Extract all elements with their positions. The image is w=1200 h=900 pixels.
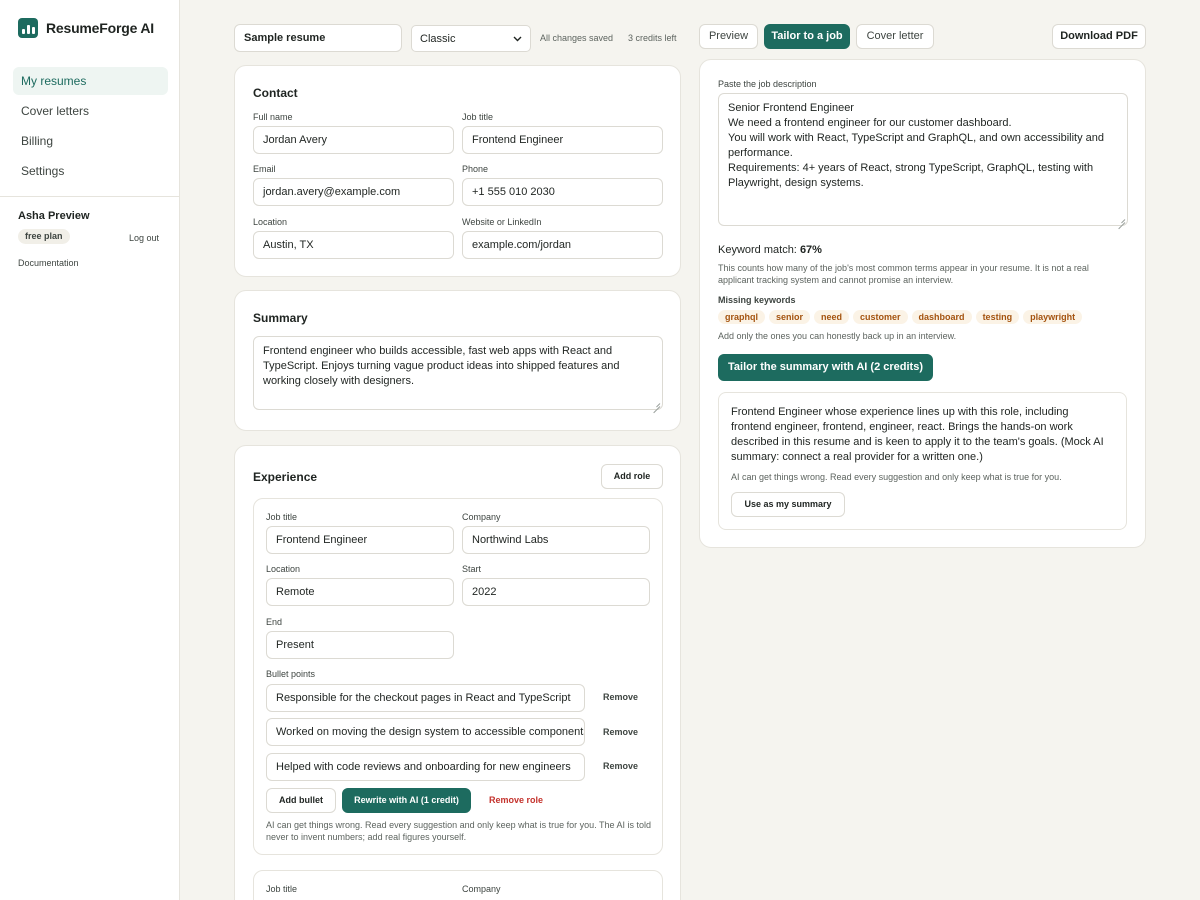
- sidebar-item-my-resumes[interactable]: My resumes: [13, 67, 168, 95]
- bullet-input[interactable]: Responsible for the checkout pages in Re…: [266, 684, 585, 712]
- role-card: Job title Frontend Engineer Company Nort…: [253, 498, 663, 855]
- keyword-chip: playwright: [1023, 310, 1083, 324]
- missing-keywords-list: graphql senior need customer dashboard t…: [718, 310, 1083, 324]
- summary-title: Summary: [253, 311, 308, 325]
- role-job-title-field[interactable]: Frontend Engineer: [266, 526, 454, 554]
- bullet-input[interactable]: Worked on moving the design system to ac…: [266, 718, 585, 746]
- phone-field[interactable]: +1 555 010 2030: [462, 178, 663, 206]
- missing-keywords-note: Add only the ones you can honestly back …: [718, 331, 957, 341]
- job-description-textarea[interactable]: Senior Frontend Engineer We need a front…: [718, 93, 1128, 226]
- role-company-label: Company: [462, 512, 501, 522]
- job-title-label: Job title: [462, 112, 494, 122]
- documentation-link[interactable]: Documentation: [18, 258, 79, 268]
- sidebar-item-billing[interactable]: Billing: [13, 127, 168, 155]
- job-title-field[interactable]: Frontend Engineer: [462, 126, 663, 154]
- resume-name-input[interactable]: [234, 24, 402, 52]
- keyword-match-label: Keyword match:: [718, 244, 797, 256]
- chevron-down-icon: [513, 36, 522, 41]
- ai-summary-note: AI can get things wrong. Read every sugg…: [731, 472, 1062, 482]
- experience-title: Experience: [253, 470, 318, 484]
- contact-title: Contact: [253, 86, 298, 100]
- sidebar-item-cover-letters[interactable]: Cover letters: [13, 97, 168, 125]
- phone-label: Phone: [462, 164, 489, 174]
- keyword-chip: customer: [853, 310, 908, 324]
- role-location-label: Location: [266, 564, 301, 574]
- sidebar-nav: My resumes Cover letters Billing Setting…: [13, 67, 168, 187]
- website-field[interactable]: example.com/jordan: [462, 231, 663, 259]
- credits-count: 3 credits left: [628, 33, 677, 43]
- sidebar-divider: [0, 196, 180, 197]
- logo-icon: [18, 18, 38, 38]
- job-description-text: Senior Frontend Engineer We need a front…: [728, 102, 1105, 189]
- rewrite-with-ai-button[interactable]: Rewrite with AI (1 credit): [342, 788, 471, 813]
- remove-bullet-button[interactable]: Remove: [603, 727, 638, 737]
- remove-bullet-button[interactable]: Remove: [603, 692, 638, 702]
- remove-role-button[interactable]: Remove role: [489, 795, 543, 805]
- use-as-summary-button[interactable]: Use as my summary: [731, 492, 845, 517]
- contact-card: Contact Full name Jordan Avery Job title…: [234, 65, 681, 277]
- role-start-label: Start: [462, 564, 482, 574]
- keyword-chip: dashboard: [911, 310, 972, 324]
- add-bullet-button[interactable]: Add bullet: [266, 788, 336, 813]
- resize-handle-icon[interactable]: [653, 400, 660, 407]
- experience-card: Experience Add role Job title Frontend E…: [234, 445, 681, 900]
- bullet-input[interactable]: Helped with code reviews and onboarding …: [266, 753, 585, 781]
- keyword-chip: need: [814, 310, 850, 324]
- keyword-chip: senior: [769, 310, 811, 324]
- role-job-title-label: Job title: [266, 884, 298, 894]
- tab-tailor-to-job[interactable]: Tailor to a job: [764, 24, 850, 49]
- user-name: Asha Preview: [18, 210, 90, 222]
- summary-text: Frontend engineer who builds accessible,…: [263, 345, 620, 387]
- full-name-label: Full name: [253, 112, 293, 122]
- tailor-panel: Paste the job description Senior Fronten…: [699, 59, 1146, 548]
- remove-bullet-button[interactable]: Remove: [603, 761, 638, 771]
- role-start-field[interactable]: 2022: [462, 578, 650, 606]
- ai-disclaimer: AI can get things wrong. Read every sugg…: [266, 820, 652, 842]
- role-company-field[interactable]: Northwind Labs: [462, 526, 650, 554]
- sidebar: ResumeForge AI My resumes Cover letters …: [0, 0, 180, 900]
- location-label: Location: [253, 217, 288, 227]
- website-label: Website or LinkedIn: [462, 217, 542, 227]
- save-status: All changes saved: [540, 33, 614, 43]
- template-select[interactable]: Classic: [411, 25, 531, 52]
- keyword-chip: testing: [975, 310, 1020, 324]
- role-job-title-label: Job title: [266, 512, 298, 522]
- keyword-match-note: This counts how many of the job's most c…: [718, 263, 1089, 285]
- role-card: Job title Company: [253, 870, 663, 900]
- keyword-match-value: 67%: [799, 244, 822, 256]
- logout-link[interactable]: Log out: [129, 233, 159, 243]
- tab-preview[interactable]: Preview: [699, 24, 758, 49]
- resize-handle-icon[interactable]: [1118, 216, 1125, 223]
- role-location-field[interactable]: Remote: [266, 578, 454, 606]
- keyword-chip: graphql: [718, 310, 765, 324]
- email-field[interactable]: jordan.avery@example.com: [253, 178, 454, 206]
- bullets-label: Bullet points: [266, 669, 316, 679]
- summary-card: Summary Frontend engineer who builds acc…: [234, 290, 681, 431]
- location-field[interactable]: Austin, TX: [253, 231, 454, 259]
- role-company-label: Company: [462, 884, 501, 894]
- keyword-match: Keyword match: 67%: [718, 244, 822, 256]
- tailor-summary-button[interactable]: Tailor the summary with AI (2 credits): [718, 354, 933, 381]
- job-description-label: Paste the job description: [718, 79, 817, 89]
- plan-badge: free plan: [18, 229, 70, 244]
- ai-summary-box: Frontend Engineer whose experience lines…: [718, 392, 1127, 530]
- role-end-label: End: [266, 617, 283, 627]
- add-role-button[interactable]: Add role: [601, 464, 663, 489]
- app-name: ResumeForge AI: [46, 20, 154, 36]
- sidebar-item-settings[interactable]: Settings: [13, 157, 168, 185]
- full-name-field[interactable]: Jordan Avery: [253, 126, 454, 154]
- summary-textarea[interactable]: Frontend engineer who builds accessible,…: [253, 336, 663, 410]
- ai-summary-text: Frontend Engineer whose experience lines…: [731, 406, 1104, 463]
- tab-cover-letter[interactable]: Cover letter: [856, 24, 934, 49]
- brand[interactable]: ResumeForge AI: [18, 18, 154, 38]
- download-pdf-button[interactable]: Download PDF: [1052, 24, 1146, 49]
- template-select-value: Classic: [420, 32, 456, 45]
- role-end-field[interactable]: Present: [266, 631, 454, 659]
- email-label: Email: [253, 164, 276, 174]
- missing-keywords-label: Missing keywords: [718, 295, 796, 305]
